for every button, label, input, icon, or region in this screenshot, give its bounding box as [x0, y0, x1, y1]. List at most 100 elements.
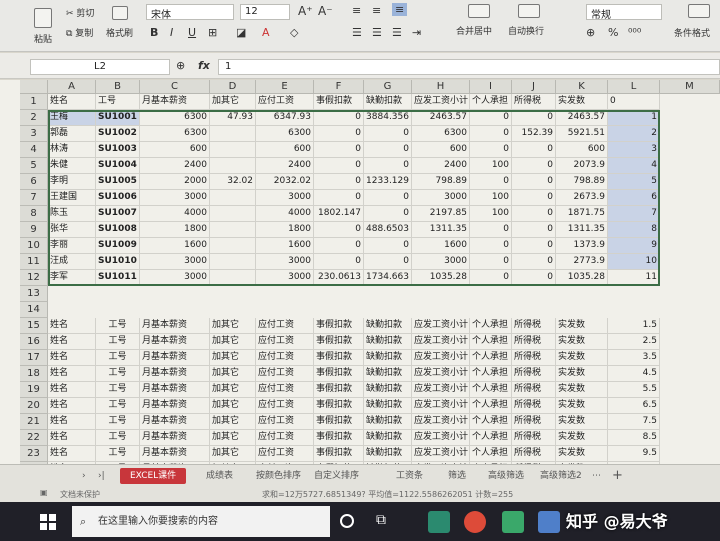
- repeat-header-cell[interactable]: 个人承担: [470, 334, 512, 350]
- table-cell[interactable]: 152.39: [512, 126, 556, 142]
- repeat-header-cell[interactable]: 应付工资: [256, 350, 314, 366]
- table-cell[interactable]: 100: [470, 158, 512, 174]
- repeat-header-cell[interactable]: 姓名: [48, 350, 96, 366]
- table-cell[interactable]: 6300: [412, 126, 470, 142]
- header-cell[interactable]: 月基本薪资: [140, 94, 210, 110]
- table-cell[interactable]: 2673.9: [556, 190, 608, 206]
- repeat-header-cell[interactable]: 个人承担: [470, 414, 512, 430]
- table-cell[interactable]: 2.5: [608, 334, 660, 350]
- repeat-header-cell[interactable]: 应发工资小计: [412, 318, 470, 334]
- repeat-header-cell[interactable]: 所得税: [512, 318, 556, 334]
- table-cell[interactable]: 0: [470, 222, 512, 238]
- table-cell[interactable]: 0: [314, 142, 364, 158]
- table-cell[interactable]: 2073.9: [556, 158, 608, 174]
- sheet-tab[interactable]: 筛选: [448, 468, 466, 484]
- table-cell[interactable]: 0: [364, 206, 412, 222]
- table-cell[interactable]: 3.5: [608, 350, 660, 366]
- repeat-header-cell[interactable]: 缺勤扣款: [364, 366, 412, 382]
- table-cell[interactable]: 3000: [140, 190, 210, 206]
- table-cell[interactable]: 0: [314, 190, 364, 206]
- repeat-header-cell[interactable]: 事假扣款: [314, 414, 364, 430]
- sheet-tab[interactable]: EXCEL课件: [120, 468, 187, 484]
- repeat-header-cell[interactable]: 事假扣款: [314, 366, 364, 382]
- table-cell[interactable]: 1800: [256, 222, 314, 238]
- taskbar-search-input[interactable]: 在这里输入你要搜索的内容: [72, 506, 330, 537]
- table-cell[interactable]: 0: [314, 158, 364, 174]
- table-cell[interactable]: 0: [314, 254, 364, 270]
- repeat-header-cell[interactable]: 应付工资: [256, 334, 314, 350]
- table-cell[interactable]: 4000: [140, 206, 210, 222]
- header-cell[interactable]: 实发数: [556, 94, 608, 110]
- repeat-header-cell[interactable]: 实发数: [556, 366, 608, 382]
- table-cell[interactable]: 600: [556, 142, 608, 158]
- repeat-header-cell[interactable]: 工号: [96, 430, 140, 446]
- table-cell[interactable]: SU1011: [96, 270, 140, 286]
- repeat-header-cell[interactable]: 实发数: [556, 398, 608, 414]
- align-center-icon[interactable]: ☰: [372, 26, 382, 39]
- repeat-header-cell[interactable]: 缺勤扣款: [364, 382, 412, 398]
- table-cell[interactable]: 王梅: [48, 110, 96, 126]
- add-sheet-icon[interactable]: +: [612, 468, 623, 484]
- table-cell[interactable]: 汪成: [48, 254, 96, 270]
- repeat-header-cell[interactable]: 月基本薪资: [140, 414, 210, 430]
- table-cell[interactable]: [210, 206, 256, 222]
- row-header[interactable]: 11: [20, 254, 48, 270]
- repeat-header-cell[interactable]: 姓名: [48, 382, 96, 398]
- table-cell[interactable]: 3000: [412, 254, 470, 270]
- repeat-header-cell[interactable]: 缺勤扣款: [364, 446, 412, 462]
- row-header[interactable]: 8: [20, 206, 48, 222]
- row-header[interactable]: 13: [20, 286, 48, 302]
- wrap-text-icon[interactable]: [518, 4, 540, 18]
- repeat-header-cell[interactable]: 所得税: [512, 398, 556, 414]
- sheet-tab[interactable]: 工资条: [396, 468, 423, 484]
- repeat-header-cell[interactable]: 事假扣款: [314, 398, 364, 414]
- protect-status[interactable]: 文档未保护: [60, 489, 100, 500]
- underline-icon[interactable]: U: [188, 26, 196, 39]
- table-cell[interactable]: SU1004: [96, 158, 140, 174]
- align-left-icon[interactable]: ☰: [352, 26, 362, 39]
- thousands-icon[interactable]: ⁰⁰⁰: [628, 26, 641, 39]
- table-cell[interactable]: 2400: [412, 158, 470, 174]
- format-painter-label[interactable]: 格式刷: [106, 26, 133, 39]
- repeat-header-cell[interactable]: 应发工资小计: [412, 398, 470, 414]
- row-header[interactable]: 21: [20, 414, 48, 430]
- repeat-header-cell[interactable]: 缺勤扣款: [364, 430, 412, 446]
- row-header[interactable]: 17: [20, 350, 48, 366]
- repeat-header-cell[interactable]: 事假扣款: [314, 334, 364, 350]
- repeat-header-cell[interactable]: 月基本薪资: [140, 430, 210, 446]
- table-cell[interactable]: 1600: [140, 238, 210, 254]
- repeat-header-cell[interactable]: 加其它: [210, 414, 256, 430]
- header-cell[interactable]: 应发工资小计: [412, 94, 470, 110]
- table-cell[interactable]: 2463.57: [556, 110, 608, 126]
- header-cell[interactable]: 事假扣款: [314, 94, 364, 110]
- table-cell[interactable]: 0: [512, 238, 556, 254]
- table-cell[interactable]: SU1007: [96, 206, 140, 222]
- repeat-header-cell[interactable]: 工号: [96, 366, 140, 382]
- table-cell[interactable]: 0: [470, 238, 512, 254]
- zoom-search-icon[interactable]: ⊕: [176, 59, 185, 72]
- sheet-tab[interactable]: 高级筛选: [488, 468, 524, 484]
- table-cell[interactable]: 林涛: [48, 142, 96, 158]
- repeat-header-cell[interactable]: 个人承担: [470, 382, 512, 398]
- table-cell[interactable]: [210, 254, 256, 270]
- app-icon-1[interactable]: [428, 511, 450, 533]
- repeat-header-cell[interactable]: 月基本薪资: [140, 318, 210, 334]
- table-cell[interactable]: 0: [364, 142, 412, 158]
- table-cell[interactable]: 0: [364, 126, 412, 142]
- header-cell[interactable]: 姓名: [48, 94, 96, 110]
- table-cell[interactable]: 1800: [140, 222, 210, 238]
- repeat-header-cell[interactable]: 月基本薪资: [140, 446, 210, 462]
- table-cell[interactable]: 0: [470, 174, 512, 190]
- column-header[interactable]: K: [556, 80, 608, 94]
- table-cell[interactable]: [210, 158, 256, 174]
- table-cell[interactable]: 100: [470, 206, 512, 222]
- row-header[interactable]: 18: [20, 366, 48, 382]
- tab-nav-prev-icon[interactable]: ›: [82, 468, 86, 484]
- table-cell[interactable]: 5.5: [608, 382, 660, 398]
- table-cell[interactable]: 3000: [256, 190, 314, 206]
- table-cell[interactable]: 0: [512, 254, 556, 270]
- table-cell[interactable]: 230.0613: [314, 270, 364, 286]
- repeat-header-cell[interactable]: 个人承担: [470, 446, 512, 462]
- table-cell[interactable]: 1600: [412, 238, 470, 254]
- repeat-header-cell[interactable]: 个人承担: [470, 366, 512, 382]
